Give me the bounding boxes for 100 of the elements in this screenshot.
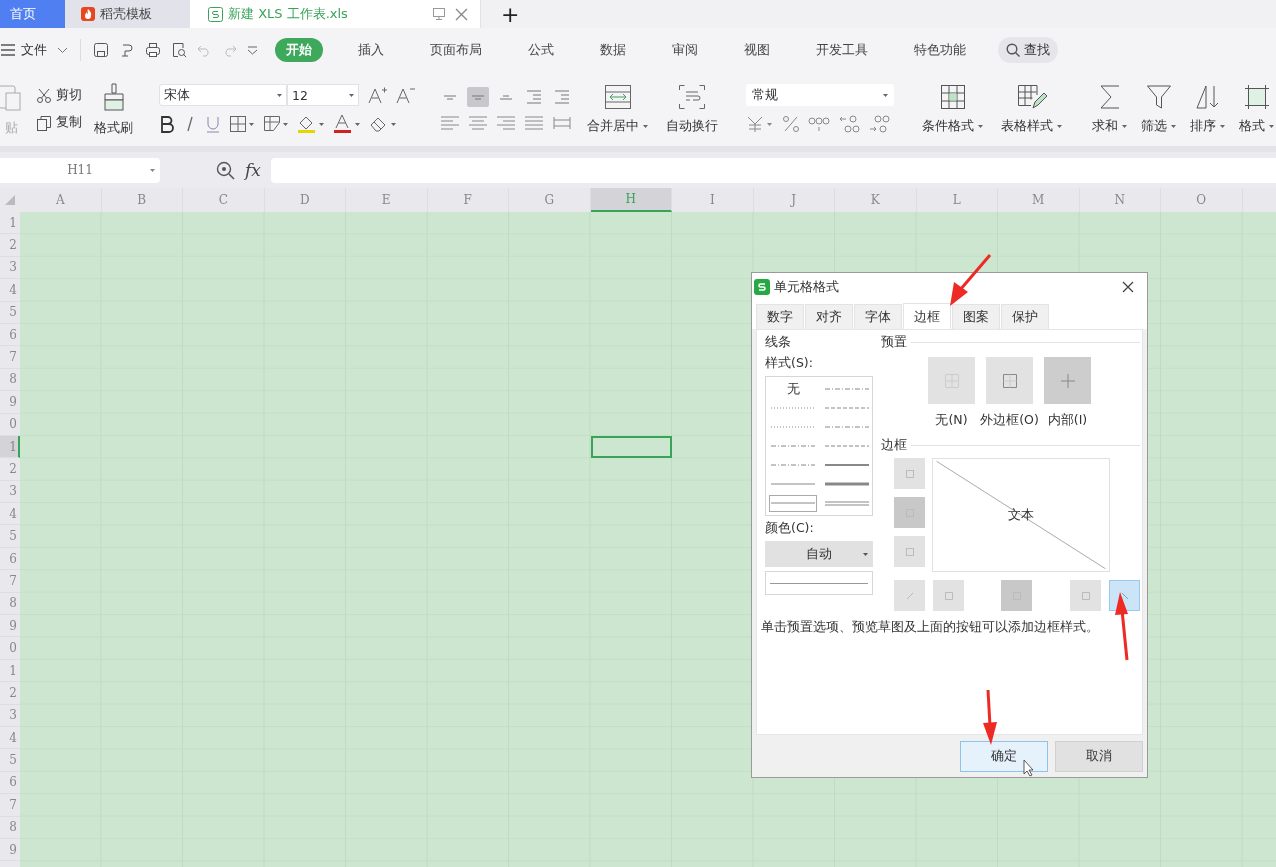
sort-button[interactable]: 排序: [1188, 83, 1227, 135]
function-label[interactable]: fx: [245, 160, 261, 180]
merge-cells-icon: [603, 83, 632, 110]
borders-icon[interactable]: [229, 115, 255, 133]
select-all-icon[interactable]: [4, 194, 16, 206]
sum-button[interactable]: 求和: [1090, 83, 1129, 135]
close-icon[interactable]: [1122, 281, 1134, 293]
increase-font-icon[interactable]: [367, 86, 387, 104]
conditional-format-button[interactable]: 条件格式: [918, 83, 987, 135]
thousands-separator-icon[interactable]: [808, 115, 830, 133]
copy-button[interactable]: 复制: [36, 114, 82, 131]
document-tab[interactable]: 新建 XLS 工作表.xls: [190, 0, 480, 28]
document-tab[interactable]: 稻壳模板: [65, 0, 190, 28]
file-menu[interactable]: 文件: [21, 41, 47, 59]
merge-center-button[interactable]: 合并居中: [583, 83, 652, 135]
annotation-arrow: [983, 689, 997, 745]
number-format-field[interactable]: 常规: [746, 84, 894, 106]
line-sample-icon: [770, 423, 816, 430]
caret-icon: [1171, 124, 1176, 128]
table-style-button[interactable]: 表格样式: [997, 83, 1066, 135]
caret-icon: [1269, 124, 1274, 128]
increase-decimal-icon[interactable]: [838, 114, 860, 134]
line-style-list[interactable]: 无: [765, 376, 873, 516]
font-size-field[interactable]: 12: [287, 84, 359, 106]
border-toggle-button[interactable]: [894, 536, 925, 567]
currency-icon[interactable]: [746, 115, 774, 133]
border-toggle-button[interactable]: [1070, 580, 1101, 611]
line-style-option[interactable]: [768, 493, 818, 513]
filter-button[interactable]: 筛选: [1139, 83, 1178, 135]
caret-icon: [863, 553, 868, 556]
font-name-field[interactable]: 宋体: [159, 84, 287, 106]
color-dropdown[interactable]: 自动: [765, 541, 873, 567]
format-painter-button[interactable]: 格式刷: [92, 81, 135, 137]
border-toggle-button[interactable]: [933, 580, 964, 611]
cut-button[interactable]: 剪切: [36, 87, 82, 104]
dialog-tab[interactable]: 数字: [756, 304, 804, 329]
dialog-tab[interactable]: 边框: [903, 303, 951, 329]
ribbon-tab[interactable]: 视图: [733, 38, 781, 62]
border-toggle-button[interactable]: [894, 580, 925, 611]
decrease-font-icon[interactable]: [395, 86, 415, 104]
caret-icon: [1122, 124, 1127, 128]
ribbon-tab[interactable]: 页面布局: [419, 38, 493, 62]
zoom-icon[interactable]: [216, 160, 235, 180]
chevron-down-icon[interactable]: [57, 46, 68, 54]
export-icon[interactable]: [119, 42, 135, 58]
redo-icon[interactable]: [222, 43, 237, 57]
ribbon-tab[interactable]: 特色功能: [903, 38, 977, 62]
ribbon-tab[interactable]: 插入: [347, 38, 395, 62]
dialog-tab[interactable]: 保护: [1001, 304, 1049, 329]
paste-button[interactable]: 贴: [0, 81, 26, 137]
ribbon-tab[interactable]: 开发工具: [805, 38, 879, 62]
dialog-tab[interactable]: 对齐: [805, 304, 853, 329]
percent-icon[interactable]: [782, 115, 800, 133]
name-box[interactable]: H11: [0, 157, 160, 183]
menu-icon[interactable]: [1, 44, 15, 56]
bold-icon[interactable]: [159, 115, 175, 133]
dialog-button[interactable]: 取消: [1055, 740, 1143, 772]
decrease-decimal-icon[interactable]: [868, 114, 890, 134]
dialog-tab[interactable]: 字体: [854, 304, 902, 329]
brush-icon: [101, 81, 126, 112]
print-icon[interactable]: [145, 42, 161, 58]
selected-cell[interactable]: [590, 436, 672, 459]
column-header[interactable]: H: [590, 188, 672, 212]
fill-color-icon[interactable]: [297, 114, 325, 134]
document-tab[interactable]: 首页: [0, 0, 65, 28]
ribbon-tab[interactable]: 数据: [589, 38, 637, 62]
format-button[interactable]: 格式: [1237, 83, 1276, 135]
align-icon[interactable]: [439, 115, 461, 131]
preset-button[interactable]: [928, 357, 975, 404]
search-button[interactable]: 查找: [998, 37, 1058, 63]
preset-button[interactable]: [1044, 357, 1091, 404]
align-icon[interactable]: [551, 115, 573, 131]
line-sample-icon: [824, 443, 870, 449]
border-line-icon: [1120, 591, 1129, 600]
border-toggle-button[interactable]: [894, 497, 925, 528]
dialog-button[interactable]: 确定: [960, 740, 1048, 772]
cell-style-icon[interactable]: [263, 115, 289, 133]
ribbon-tab[interactable]: 审阅: [661, 38, 709, 62]
line-style-option[interactable]: 无: [768, 379, 818, 399]
align-icon[interactable]: [523, 115, 545, 131]
row-header[interactable]: 1: [0, 435, 20, 459]
border-toggle-button[interactable]: [894, 458, 925, 489]
align-icon[interactable]: [495, 115, 517, 131]
underline-icon[interactable]: [205, 115, 221, 133]
align-icon[interactable]: [467, 115, 489, 131]
align-button[interactable]: [467, 87, 489, 107]
monitor-icon[interactable]: [432, 7, 446, 21]
font-color-icon[interactable]: [333, 114, 361, 134]
print-preview-icon[interactable]: [171, 42, 187, 58]
preset-button[interactable]: [986, 357, 1033, 404]
customize-icon[interactable]: [247, 45, 258, 55]
grid-icon: [939, 83, 966, 110]
border-preview[interactable]: 文本: [932, 458, 1110, 572]
undo-icon[interactable]: [197, 43, 212, 57]
ribbon-tab[interactable]: 开始: [275, 38, 323, 62]
ribbon-tab[interactable]: 公式: [517, 38, 565, 62]
save-icon[interactable]: [93, 42, 109, 58]
dialog-tab[interactable]: 图案: [952, 304, 1000, 329]
wrap-text-button[interactable]: 自动换行: [662, 83, 722, 135]
border-toggle-button[interactable]: [1001, 580, 1032, 611]
